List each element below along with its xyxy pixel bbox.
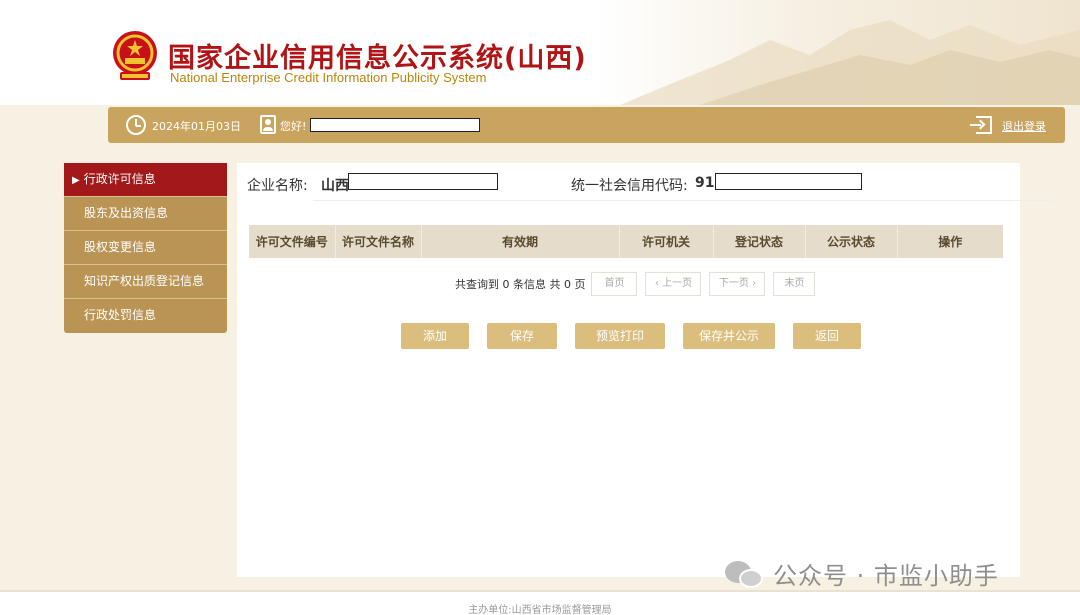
watermark-text: 公众号 · 市监小助手: [773, 562, 999, 590]
save-button[interactable]: 保存: [487, 323, 557, 349]
watermark: 公众号 · 市监小助手: [725, 556, 999, 591]
sidebar-item-ip-pledge[interactable]: 知识产权出质登记信息: [64, 265, 227, 299]
national-emblem-icon: [113, 31, 157, 80]
footer-text: 主办单位:山西省市场监督管理局: [468, 605, 612, 615]
greeting-text: 您好!: [280, 120, 307, 133]
sidebar-item-label: 股东及出资信息: [84, 206, 169, 220]
main-panel: 企业名称: 山西 统一社会信用代码: 91 许可文件编号 许可文件名称 有效期 …: [237, 163, 1055, 577]
sidebar-item-label: 股权变更信息: [84, 240, 157, 254]
sidebar-item-label: 知识产权出质登记信息: [84, 274, 205, 288]
clock-icon: [126, 115, 146, 135]
divider: [313, 200, 1055, 201]
save-and-publish-button[interactable]: 保存并公示: [683, 323, 775, 349]
column-header: 公示状态: [805, 225, 898, 258]
column-header: 许可文件名称: [335, 225, 422, 258]
sidebar-item-label: 行政处罚信息: [84, 308, 157, 322]
user-icon: [260, 115, 276, 134]
site-footer: 主办单位:山西省市场监督管理局: [0, 590, 1080, 615]
sidebar-item-label: 行政许可信息: [83, 172, 156, 186]
company-name-label: 企业名称:: [247, 178, 308, 194]
active-arrow-icon: ▶: [72, 175, 80, 186]
credit-code-label: 统一社会信用代码:: [571, 178, 688, 194]
sidebar-item-equity-change[interactable]: 股权变更信息: [64, 231, 227, 265]
sidebar-menu: ▶ 行政许可信息 股东及出资信息 股权变更信息 知识产权出质登记信息 行政处罚信息: [64, 163, 227, 333]
wechat-icon: [725, 559, 765, 589]
pagination: 共查询到 0 条信息 共 0 页 首页 ‹ 上一页 下一页 › 末页: [455, 272, 823, 296]
redacted-credit-code: [715, 173, 862, 190]
sidebar-item-admin-penalty[interactable]: 行政处罚信息: [64, 299, 227, 333]
preview-print-button[interactable]: 预览打印: [575, 323, 665, 349]
site-header: 国家企业信用信息公示系统(山西) National Enterprise Cre…: [0, 0, 1080, 105]
add-button[interactable]: 添加: [401, 323, 469, 349]
logout-link[interactable]: 退出登录: [1002, 118, 1046, 134]
redacted-username: [310, 118, 480, 132]
logout-icon[interactable]: [970, 116, 992, 134]
current-date: 2024年01月03日: [152, 120, 241, 133]
credit-code-value: 91: [695, 175, 715, 191]
redacted-company-name: [348, 173, 498, 190]
mountain-background: [620, 20, 1080, 105]
top-info-bar: 2024年01月03日 您好! 退出登录: [108, 107, 1065, 143]
prev-page-button[interactable]: ‹ 上一页: [645, 272, 702, 296]
column-header: 登记状态: [713, 225, 806, 258]
next-page-button[interactable]: 下一页 ›: [709, 272, 766, 296]
site-subtitle: National Enterprise Credit Information P…: [170, 70, 487, 85]
column-header: 有效期: [421, 225, 620, 258]
back-button[interactable]: 返回: [793, 323, 861, 349]
pagination-info: 共查询到 0 条信息 共 0 页: [455, 278, 586, 291]
first-page-button[interactable]: 首页: [591, 272, 638, 296]
last-page-button[interactable]: 末页: [773, 272, 816, 296]
column-header: 许可机关: [619, 225, 714, 258]
column-header: 操作: [897, 225, 1003, 258]
license-table: 许可文件编号 许可文件名称 有效期 许可机关 登记状态 公示状态 操作: [249, 225, 1003, 258]
action-bar: 添加 保存 预览打印 保存并公示 返回: [401, 323, 879, 349]
company-name-value: 山西: [321, 178, 349, 194]
sidebar-item-shareholders[interactable]: 股东及出资信息: [64, 197, 227, 231]
sidebar-item-admin-license[interactable]: ▶ 行政许可信息: [64, 163, 227, 197]
column-header: 许可文件编号: [249, 225, 336, 258]
table-header-row: 许可文件编号 许可文件名称 有效期 许可机关 登记状态 公示状态 操作: [249, 225, 1003, 258]
